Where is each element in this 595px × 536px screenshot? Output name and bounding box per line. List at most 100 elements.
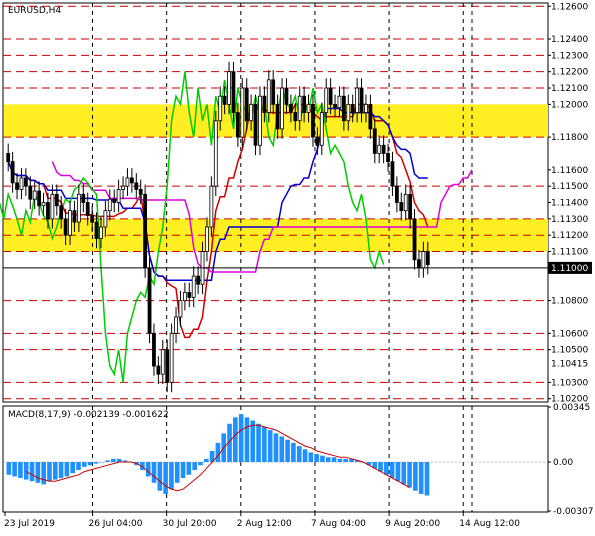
- candle-body: [191, 275, 196, 298]
- candle-body: [302, 95, 307, 113]
- symbol-label: EURUSD,H4: [8, 6, 61, 16]
- candle-body: [306, 103, 311, 113]
- candle-body: [41, 202, 46, 207]
- x-tick-label: 2 Aug 12:00: [237, 519, 292, 529]
- candle-body: [341, 95, 346, 122]
- macd-bar: [87, 462, 93, 466]
- candle-body: [129, 177, 134, 184]
- macd-bar: [52, 462, 58, 480]
- macd-bar: [157, 462, 163, 491]
- candle-body: [54, 193, 59, 207]
- candle-body: [94, 221, 99, 239]
- macd-bar: [320, 455, 325, 463]
- price-label: 1.12100: [551, 84, 588, 94]
- candle-body: [333, 103, 337, 109]
- candle-body: [417, 259, 421, 269]
- candle-body: [231, 71, 236, 113]
- price-label: 1.10415: [551, 360, 588, 370]
- candle-body: [324, 87, 329, 113]
- macd-bar: [302, 449, 308, 463]
- macd-bar: [407, 462, 412, 488]
- macd-bar: [145, 462, 151, 477]
- macd-bar: [151, 462, 157, 483]
- macd-bar: [384, 462, 389, 475]
- candle-body: [262, 95, 267, 113]
- price-label: 1.12400: [551, 35, 588, 45]
- candle-body: [107, 198, 112, 212]
- price-label: 1.10300: [551, 378, 588, 388]
- candle-body: [253, 103, 258, 146]
- macd-bar: [47, 462, 52, 482]
- candle-body: [408, 193, 413, 220]
- candle-body: [169, 332, 174, 383]
- candle-body: [63, 218, 68, 236]
- candle-body: [85, 202, 90, 216]
- candle-body: [178, 300, 183, 318]
- candle-body: [399, 202, 404, 212]
- macd-bar: [35, 462, 41, 483]
- candle-body: [355, 87, 360, 113]
- candle-body: [50, 193, 55, 220]
- candle-body: [32, 190, 37, 200]
- candle-body: [209, 185, 214, 228]
- macd-bar: [389, 462, 395, 478]
- candle-body: [337, 95, 342, 109]
- macd-bar: [41, 462, 46, 485]
- candle-body: [293, 112, 298, 122]
- current-price-label: 1.11000: [551, 264, 588, 274]
- candle-body: [138, 189, 143, 195]
- price-label: 1.12300: [551, 51, 588, 61]
- macd-bar: [262, 426, 267, 463]
- macd-tick-label: 0.00345: [553, 403, 590, 413]
- candle-body: [222, 95, 227, 105]
- candle-body: [280, 87, 284, 130]
- candle-body: [143, 193, 148, 269]
- macd-bar: [99, 462, 105, 463]
- candle-body: [99, 226, 103, 239]
- candle-body: [147, 267, 152, 334]
- candle-body: [196, 275, 201, 285]
- candle-body: [319, 112, 324, 146]
- candle-body: [266, 79, 271, 113]
- candle-body: [19, 177, 24, 190]
- price-label: 1.10600: [551, 329, 588, 339]
- macd-bar: [105, 460, 110, 463]
- candle-body: [275, 103, 280, 130]
- macd-bar: [198, 462, 203, 466]
- macd-tick-label: 0.00: [553, 458, 573, 468]
- price-label: 1.12000: [551, 100, 588, 110]
- candle-body: [152, 332, 156, 367]
- price-label: 1.11100: [551, 248, 588, 258]
- macd-bar: [401, 462, 407, 485]
- macd-bar: [314, 454, 319, 463]
- macd-bar: [6, 462, 12, 475]
- price-label: 1.11500: [551, 182, 588, 192]
- price-label: 1.12600: [551, 2, 588, 12]
- x-tick-label: 26 Jul 04:00: [88, 519, 142, 529]
- candle-body: [46, 202, 50, 220]
- candle-body: [227, 71, 231, 105]
- candle-body: [59, 205, 64, 220]
- macd-bar: [169, 462, 174, 490]
- candle-body: [377, 144, 382, 154]
- macd-bar: [70, 462, 75, 474]
- x-tick-label: 30 Jul 20:00: [163, 519, 217, 529]
- candle-body: [182, 292, 187, 302]
- macd-bar: [418, 462, 424, 494]
- candle-body: [23, 177, 28, 187]
- price-label: 1.11400: [551, 199, 588, 209]
- candle-body: [381, 144, 386, 154]
- macd-bar: [325, 457, 331, 463]
- price-label: 1.12200: [551, 68, 588, 78]
- macd-bar: [285, 439, 290, 463]
- macd-bar: [111, 458, 116, 463]
- macd-bar: [192, 462, 197, 471]
- macd-bar: [308, 452, 314, 463]
- candle-body: [346, 103, 351, 122]
- x-tick-label: 14 Aug 12:00: [459, 519, 520, 529]
- macd-bar: [337, 458, 343, 463]
- candle-body: [37, 190, 42, 207]
- candle-body: [103, 210, 108, 228]
- candle-body: [271, 79, 276, 105]
- candle-body: [284, 87, 289, 105]
